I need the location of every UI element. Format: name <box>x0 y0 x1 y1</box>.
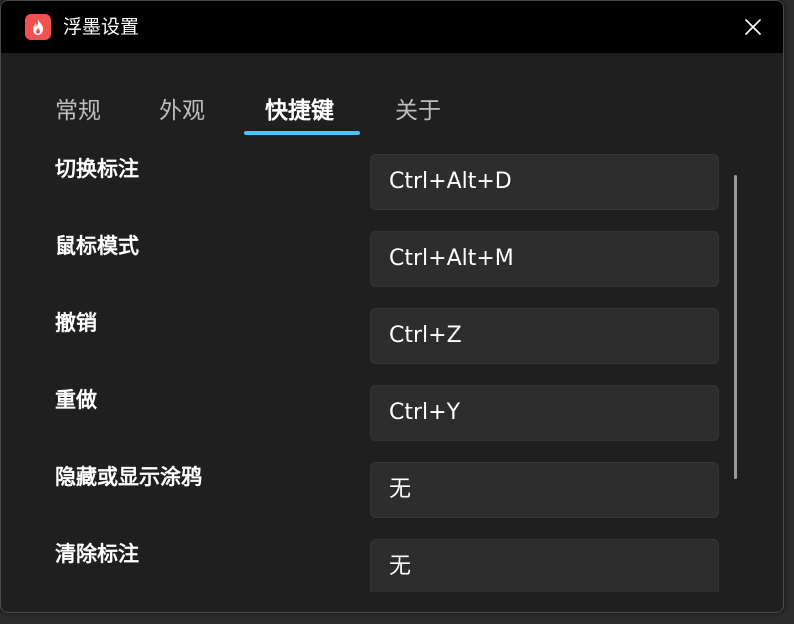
close-button[interactable] <box>737 11 769 43</box>
shortcut-value: Ctrl+Alt+D <box>389 169 512 194</box>
vertical-scrollbar[interactable] <box>734 175 737 479</box>
shortcut-row: 撤销 Ctrl+Z <box>1 300 783 364</box>
tab-general[interactable]: 常规 <box>55 93 101 129</box>
title-bar[interactable]: 浮墨设置 <box>1 1 783 53</box>
shortcut-value: Ctrl+Y <box>389 400 461 425</box>
shortcut-input[interactable]: 无 <box>370 539 719 592</box>
shortcut-row: 重做 Ctrl+Y <box>1 377 783 441</box>
settings-window: 浮墨设置 常规 外观 快捷键 关于 切换标注 Ctrl+Alt+D 鼠标模式 C… <box>0 0 784 613</box>
shortcut-label: 隐藏或显示涂鸦 <box>55 465 202 489</box>
shortcut-label: 鼠标模式 <box>55 234 139 258</box>
shortcut-value: 无 <box>389 477 412 502</box>
shortcut-label: 撤销 <box>55 311 97 335</box>
desktop: 浮墨设置 常规 外观 快捷键 关于 切换标注 Ctrl+Alt+D 鼠标模式 C… <box>0 0 794 624</box>
shortcut-value: Ctrl+Z <box>389 323 462 348</box>
close-icon <box>745 19 761 35</box>
shortcut-label: 重做 <box>55 388 97 412</box>
shortcut-row: 隐藏或显示涂鸦 无 <box>1 454 783 518</box>
shortcut-label: 清除标注 <box>55 542 139 566</box>
shortcut-list: 切换标注 Ctrl+Alt+D 鼠标模式 Ctrl+Alt+M 撤销 Ctrl+… <box>1 146 783 592</box>
tab-about[interactable]: 关于 <box>395 93 441 129</box>
shortcut-row: 清除标注 无 <box>1 531 783 592</box>
shortcut-input[interactable]: Ctrl+Z <box>370 308 719 364</box>
window-title: 浮墨设置 <box>63 16 140 38</box>
shortcut-input[interactable]: Ctrl+Alt+D <box>370 154 719 210</box>
shortcut-value: 无 <box>389 554 412 579</box>
shortcut-value: Ctrl+Alt+M <box>389 246 514 271</box>
settings-tabs: 常规 外观 快捷键 关于 <box>1 93 783 137</box>
shortcut-input[interactable]: Ctrl+Y <box>370 385 719 441</box>
active-tab-indicator <box>244 131 360 135</box>
shortcut-label: 切换标注 <box>55 157 139 181</box>
shortcut-row: 切换标注 Ctrl+Alt+D <box>1 146 783 210</box>
shortcut-input[interactable]: Ctrl+Alt+M <box>370 231 719 287</box>
tab-appearance[interactable]: 外观 <box>159 93 205 129</box>
tab-shortcuts[interactable]: 快捷键 <box>265 93 334 129</box>
flame-icon <box>25 14 51 40</box>
shortcut-input[interactable]: 无 <box>370 462 719 518</box>
shortcut-row: 鼠标模式 Ctrl+Alt+M <box>1 223 783 287</box>
